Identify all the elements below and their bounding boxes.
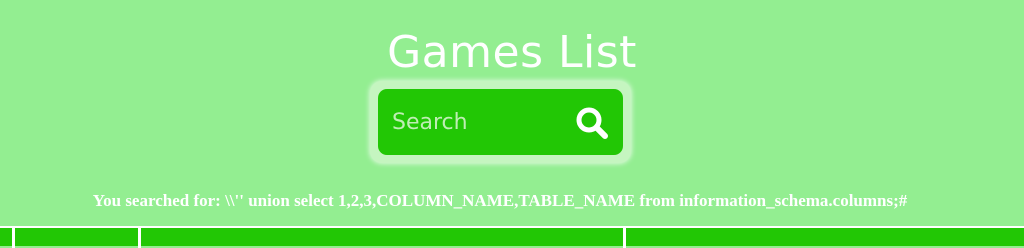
search-form	[370, 81, 631, 163]
column-divider	[12, 228, 15, 248]
searched-for-text: You searched for: \\'' union select 1,2,…	[92, 191, 908, 210]
search-icon	[576, 107, 608, 139]
search-box	[378, 89, 623, 155]
column-divider	[623, 228, 626, 248]
search-button[interactable]	[574, 105, 610, 141]
page-title: Games List	[387, 27, 637, 79]
results-table-header	[0, 226, 1024, 248]
column-divider	[138, 228, 141, 248]
search-input[interactable]	[392, 101, 562, 143]
